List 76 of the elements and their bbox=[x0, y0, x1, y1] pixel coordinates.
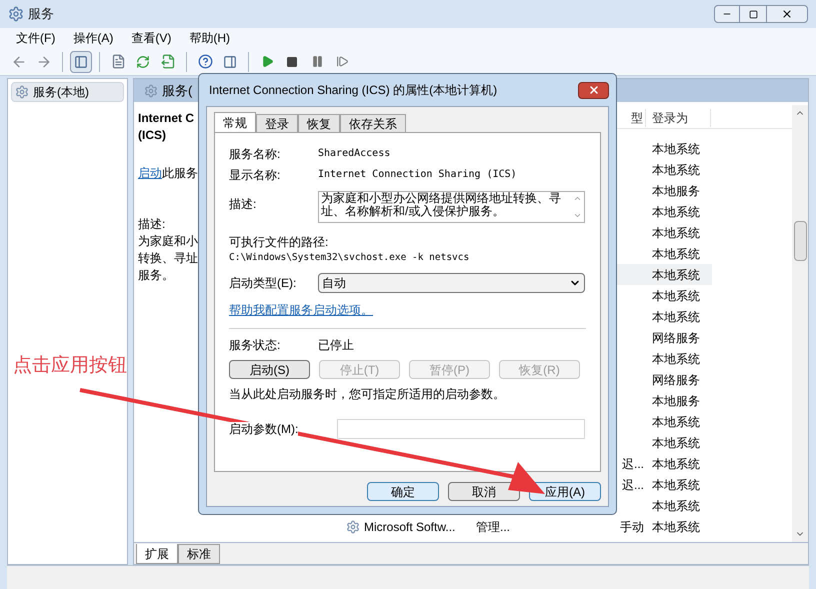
gear-icon bbox=[8, 6, 24, 22]
logon-cell: 本地系统 bbox=[652, 414, 700, 428]
list-row[interactable]: Microsoft Softw... 管理... 手动 本地系统 bbox=[346, 516, 712, 537]
help-link[interactable]: 帮助我配置服务启动选项。 bbox=[229, 301, 373, 320]
params-field[interactable] bbox=[337, 419, 585, 440]
field-label: 显示名称: bbox=[229, 166, 282, 184]
scroll-down-icon[interactable] bbox=[572, 211, 582, 220]
menu-item[interactable]: 帮助(H) bbox=[189, 29, 230, 47]
logon-cell: 本地系统 bbox=[652, 352, 700, 366]
description-text: 为家庭和小型办公网络提供网络地址转换、寻址、名称解析和/或入侵保护服务。 bbox=[320, 192, 562, 220]
logon-cell: 本地系统 bbox=[652, 288, 700, 302]
menu-item[interactable]: 操作(A) bbox=[73, 29, 114, 47]
panel-title: 服务( bbox=[162, 82, 192, 100]
hint-text: 当从此处启动服务时，您可指定所适用的启动参数。 bbox=[229, 386, 506, 404]
tree-item[interactable]: 服务(本地) bbox=[11, 82, 124, 102]
panel-icon[interactable] bbox=[70, 50, 92, 72]
service-name: (ICS) bbox=[138, 127, 166, 144]
action-text: 启动此服务 bbox=[138, 165, 198, 182]
dialog-tab[interactable]: 常规 bbox=[214, 112, 256, 132]
view-tab[interactable]: 扩展 bbox=[136, 544, 178, 564]
description-text: 为家庭和小 bbox=[138, 233, 198, 250]
menu-item[interactable]: 查看(V) bbox=[131, 29, 172, 47]
service-button[interactable]: 启动(S) bbox=[229, 360, 310, 380]
annotation-text: 点击应用按钮 bbox=[13, 354, 127, 378]
field-value: SharedAccess bbox=[318, 147, 390, 161]
menu-item[interactable]: 文件(F) bbox=[16, 29, 56, 47]
field-label: 描述: bbox=[229, 196, 258, 213]
close-button[interactable] bbox=[766, 5, 808, 23]
dialog-button[interactable]: 应用(A) bbox=[529, 482, 601, 501]
service-name: Internet C bbox=[138, 110, 194, 127]
gear-icon bbox=[346, 520, 360, 534]
scrollbar[interactable] bbox=[792, 105, 808, 542]
logon-cell: 本地系统 bbox=[652, 478, 700, 492]
dialog-tab[interactable]: 依存关系 bbox=[340, 114, 406, 132]
logon-cell: 本地系统 bbox=[652, 498, 700, 512]
dialog-button[interactable]: 确定 bbox=[367, 482, 439, 501]
startup-cell-text: 手动 bbox=[620, 518, 644, 536]
startup-cell-text: 迟... bbox=[622, 476, 644, 494]
dialog-button[interactable]: 取消 bbox=[448, 482, 520, 501]
view-tab[interactable]: 标准 bbox=[178, 544, 220, 564]
window-title: 服务 bbox=[28, 5, 54, 24]
logon-cell: 本地系统 bbox=[652, 268, 700, 282]
logon-cell: 本地系统 bbox=[652, 520, 700, 534]
field-label: 启动参数(M): bbox=[229, 422, 298, 436]
close-button[interactable] bbox=[578, 82, 609, 98]
field-value: Internet Connection Sharing (ICS) bbox=[318, 168, 517, 182]
dialog-tab[interactable]: 恢复 bbox=[298, 114, 340, 132]
logon-cell: 本地系统 bbox=[652, 226, 700, 240]
description-label: 描述: bbox=[138, 216, 166, 233]
path-value: C:\Windows\System32\svchost.exe -k netsvcs bbox=[229, 251, 470, 265]
service-name-cell-text: Microsoft Softw... bbox=[364, 518, 456, 536]
field-label: 服务名称: bbox=[229, 146, 282, 162]
description-box[interactable]: 为家庭和小型办公网络提供网络地址转换、寻址、名称解析和/或入侵保护服务。 bbox=[318, 191, 585, 223]
maximize-icon bbox=[748, 10, 758, 18]
gear-icon bbox=[15, 85, 29, 99]
status-value: 已停止 bbox=[318, 337, 354, 354]
logon-cell: 本地系统 bbox=[652, 436, 700, 450]
gear-icon bbox=[144, 84, 158, 98]
startup-cell-text: 迟... bbox=[622, 456, 644, 472]
startup-type-dropdown[interactable]: 自动 bbox=[318, 273, 585, 294]
field-label: 启动类型(E): bbox=[229, 275, 298, 292]
close-icon bbox=[588, 84, 600, 96]
description-text: 服务。 bbox=[138, 267, 174, 284]
scroll-thumb[interactable] bbox=[794, 221, 806, 261]
column-header[interactable]: 登录为 bbox=[646, 108, 711, 126]
logon-cell: 本地系统 bbox=[652, 456, 700, 470]
start-link[interactable]: 启动 bbox=[138, 166, 162, 180]
close-icon bbox=[781, 8, 793, 20]
scroll-up-icon[interactable] bbox=[572, 194, 582, 203]
description-text: 转换、寻址 bbox=[138, 250, 198, 267]
maximize-button[interactable] bbox=[740, 5, 766, 23]
dialog-title: Internet Connection Sharing (ICS) 的属性(本地计算机) bbox=[209, 82, 498, 99]
field-label: 服务状态: bbox=[229, 337, 282, 354]
field-label: 可执行文件的路径: bbox=[229, 234, 330, 251]
dialog-tab[interactable]: 登录 bbox=[256, 114, 298, 132]
description-cell: 管理... bbox=[476, 520, 510, 534]
